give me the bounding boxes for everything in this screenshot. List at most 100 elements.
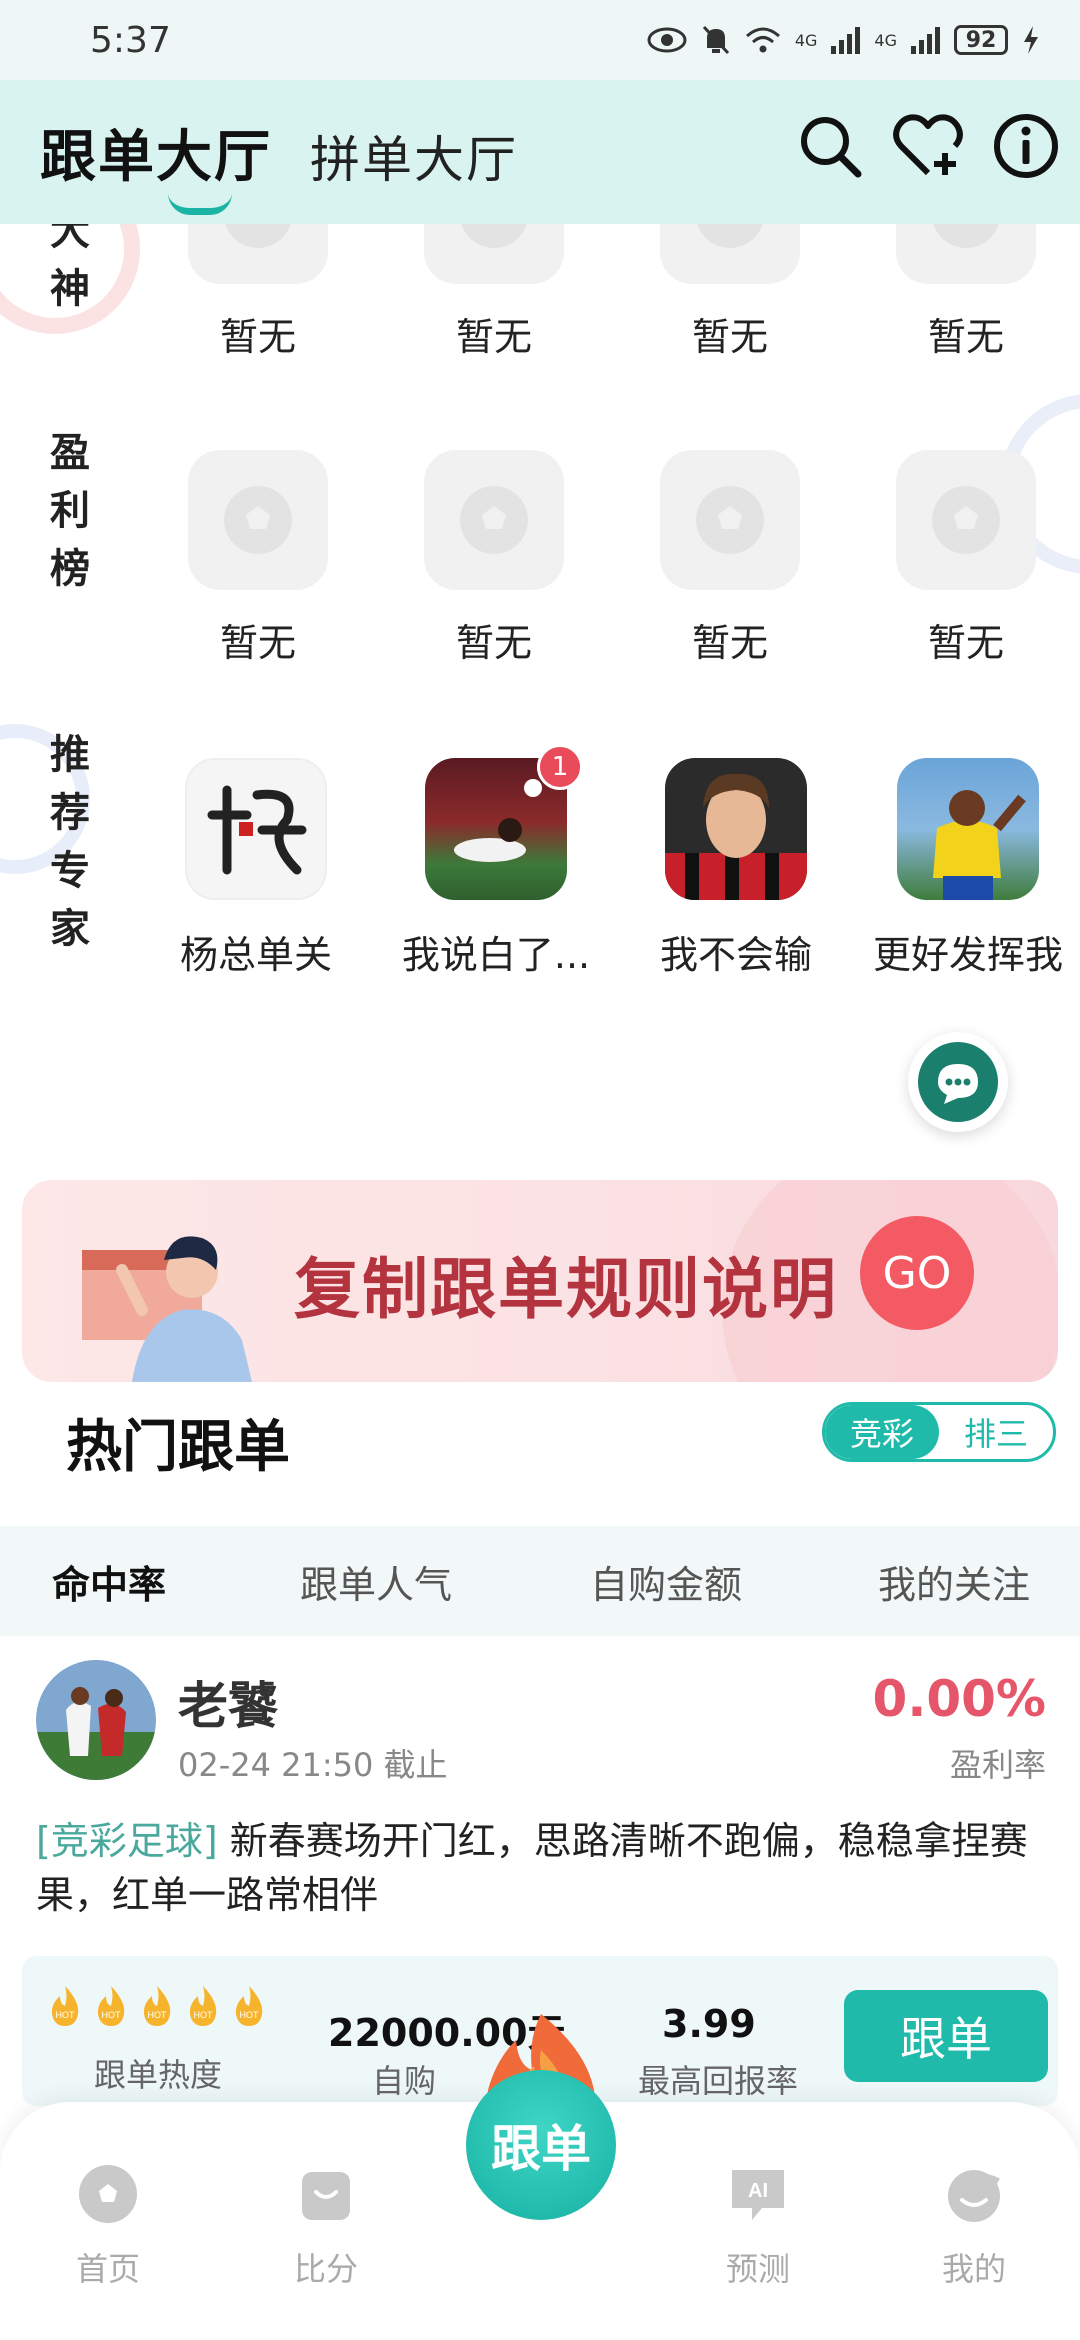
chat-bubble-icon [918,1042,998,1122]
status-bar: 5:37 4G 4G 92 [0,0,1080,80]
toggle-option-paisan[interactable]: 排三 [939,1405,1053,1459]
rank-cell[interactable]: 暂无 [424,224,564,361]
deadline-time: 02-24 21:50 截止 [178,1746,448,1784]
rank-cell[interactable]: 暂无 [896,224,1036,361]
soccer-ball-icon [461,224,527,248]
expert-item[interactable]: 更好发挥我 [858,758,1078,979]
tab-group-hall[interactable]: 拼单大厅 [310,120,518,192]
nav-home[interactable]: 首页 [48,2162,168,2290]
cell-label: 暂无 [927,315,1004,359]
placeholder-avatar [424,450,564,590]
flame-icon: HOT [189,1986,217,2026]
tab-follow-hall-label: 跟单大厅 [40,124,272,190]
placeholder-avatar [660,450,800,590]
top-header: 跟单大厅 拼单大厅 [0,80,1080,224]
notification-badge: 1 [537,744,583,790]
sort-tabs: 命中率 跟单人气 自购金额 我的关注 [0,1526,1080,1636]
cell-label: 暂无 [691,621,768,665]
section-title: 热门跟单 [66,1415,290,1480]
nav-score[interactable]: 比分 [266,2162,386,2290]
nav-follow-center[interactable]: 跟单 [466,2010,616,2220]
svg-text:HOT: HOT [240,2010,260,2020]
status-icons: 4G 4G 92 [647,24,1040,56]
shopping-bag-icon [302,2172,350,2220]
tab-follow-hall[interactable]: 跟单大厅 [40,112,272,215]
cell-label: 暂无 [219,315,296,359]
expert-avatar [897,758,1039,900]
rank-cell[interactable]: 暂无 [660,450,800,667]
net2-label: 4G [874,30,897,50]
flame-icon: HOT [51,1986,79,2026]
signal-icon [831,26,861,54]
soccer-ball-icon [79,2165,137,2223]
heat-flames: HOT HOT HOT HOT HOT [46,1984,268,2028]
flame-icon: HOT [143,1986,171,2026]
sort-tab-hit-rate[interactable]: 命中率 [52,1554,166,1609]
soccer-ball-icon [460,486,528,554]
nav-label: 比分 [293,2250,358,2288]
nav-predict[interactable]: AI 预测 [698,2162,818,2290]
follow-button[interactable]: 跟单 [844,1990,1048,2082]
battery-icon: 92 [954,25,1008,55]
nav-mine[interactable]: 我的 [914,2162,1034,2290]
expert-item[interactable]: 我不会输 [626,758,846,979]
plan-description[interactable]: [竞彩足球] 新春赛场开门红，思路清晰不跑偏，稳稳拿捏赛果，红单一路常相伴 [36,1814,1046,1922]
expert-name: 我说白了... [401,933,591,977]
sort-tab-amount[interactable]: 自购金额 [590,1554,742,1609]
user-name: 老饕 [178,1677,278,1735]
chat-button[interactable] [908,1032,1008,1132]
expert-avatar [185,758,327,900]
favorite-add-icon[interactable] [892,110,964,182]
flame-icon: HOT [97,1986,125,2026]
expert-name: 更好发挥我 [872,933,1063,977]
expert-name: 杨总单关 [179,933,332,977]
svg-text:HOT: HOT [56,2010,76,2020]
rank-cell[interactable]: 暂无 [660,224,800,361]
banner-title: 复制跟单规则说明 [294,1250,838,1328]
rules-banner[interactable]: 复制跟单规则说明 GO [22,1180,1058,1382]
sort-tab-following[interactable]: 我的关注 [878,1554,1030,1609]
flame-icon: HOT [235,1986,263,2026]
max-return-value: 3.99 [662,2002,756,2046]
cell-label: 暂无 [455,315,532,359]
sort-tab-popularity[interactable]: 跟单人气 [300,1554,452,1609]
row-label-profit: 盈利榜 [50,430,90,592]
rank-cell[interactable]: 暂无 [188,450,328,667]
search-icon[interactable] [794,110,866,182]
amount-label: 自购 [372,2062,437,2100]
profit-rate-label: 盈利率 [949,1746,1046,1784]
heat-label: 跟单热度 [94,2056,223,2094]
rank-cell[interactable]: 暂无 [188,224,328,361]
soccer-ball-icon [224,486,292,554]
info-icon[interactable] [990,110,1062,182]
expert-item[interactable]: 杨总单关 [146,758,366,979]
plan-tag: [竞彩足球] [36,1819,218,1863]
signal-icon-2 [911,26,940,54]
cell-label: 暂无 [927,621,1004,665]
ai-chat-icon: AI [732,2170,784,2220]
status-time: 5:37 [90,19,171,61]
user-avatar[interactable] [36,1660,156,1780]
expert-name: 我不会输 [659,933,812,977]
placeholder-avatar [896,450,1036,590]
nav-label: 首页 [75,2250,140,2288]
rank-cell[interactable]: 暂无 [896,450,1036,667]
expert-item[interactable]: 1 我说白了... [386,744,606,979]
lottery-type-toggle: 竞彩 排三 [822,1402,1056,1462]
header-actions [794,110,1062,182]
svg-text:AI: AI [748,2180,768,2202]
center-follow-button: 跟单 [466,2070,616,2220]
cell-label: 暂无 [455,621,532,665]
placeholder-avatar [424,224,564,284]
profit-rate-value: 0.00% [872,1670,1046,1728]
rankings-section: 大神 暂无 暂无 暂无 暂无 盈利榜 暂无 暂无 暂无 暂无 推荐专家 杨总单关 [0,224,1080,1154]
nav-label: 预测 [725,2250,790,2288]
soccer-ball-icon [697,224,763,248]
go-button[interactable]: GO [860,1216,974,1330]
rank-cell[interactable]: 暂无 [424,450,564,667]
nav-label: 我的 [941,2250,1006,2288]
max-return-label: 最高回报率 [638,2062,799,2100]
bell-off-icon [702,25,729,55]
toggle-option-jingcai[interactable]: 竞彩 [825,1405,939,1459]
placeholder-avatar [660,224,800,284]
